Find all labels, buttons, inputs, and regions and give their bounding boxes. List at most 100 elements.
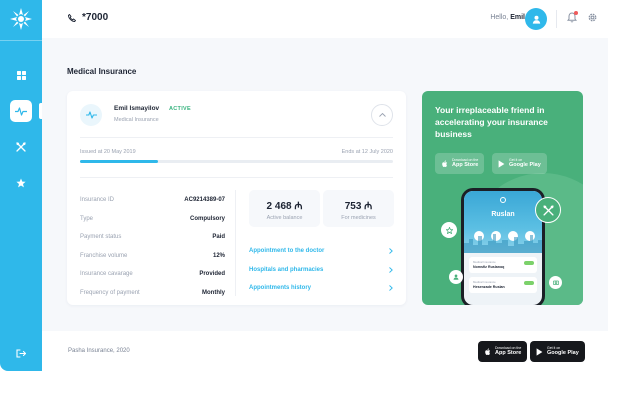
phone-user-name: Ruslan [491,211,515,218]
detail-label: Payment status [80,234,122,241]
logout-button[interactable] [10,342,32,364]
user-badge [449,270,463,284]
avatar[interactable] [525,8,547,30]
phone-policy-card: Medical Insurance Hesenzade Ruslan [469,277,537,293]
phone-label: *7000 [82,12,109,23]
tools-icon [542,204,554,216]
phone-number[interactable]: *7000 [68,12,108,23]
detail-value: Compulsory [189,215,225,222]
detail-value: Provided [199,271,225,278]
collapse-button[interactable] [371,104,393,126]
link-appointment[interactable]: Appointment to the doctor [249,242,393,261]
apple-icon [442,159,448,167]
active-balance-tile: 2 468 ₼ Active balance [249,190,320,227]
detail-label: Frequency of payment [80,289,140,296]
sidebar-divider [0,40,42,41]
star-badge [441,222,457,238]
chevron-right-icon [389,285,393,292]
sidebar-item-medical[interactable] [10,100,42,122]
phone-card-name: Nomsfiz Ruslanoq [473,265,505,269]
sidebar-item-dashboard[interactable] [10,64,32,86]
page-title: Medical Insurance [67,67,137,76]
city-skyline [464,234,542,253]
logo-icon[interactable] [9,7,33,31]
gear-icon[interactable] [587,12,598,23]
sidebar-item-favorites[interactable] [10,172,32,194]
sidebar-item-services[interactable] [10,136,32,158]
detail-row: Insurance cavarage Provided [80,265,225,284]
user-icon [453,274,459,280]
detail-row: Insurance ID AC9214389-07 [80,191,225,210]
link-hospitals[interactable]: Hospitals and pharmacies [249,261,393,280]
grid-icon [16,70,26,80]
footer-google-play-button[interactable]: Get it on Google Play [530,341,585,362]
tools-icon [16,142,26,152]
user-icon [532,15,540,24]
phone-avatar [500,197,506,203]
end-date: Ends at 12 July 2020 [341,149,393,155]
detail-value: Monthly [202,289,225,296]
top-bar: *7000 Hello, Emil [42,0,608,38]
star-icon [445,226,453,234]
sidebar [0,0,42,371]
status-badge: ACTIVE [169,106,191,112]
policy-details: Insurance ID AC9214389-07 Type Compulsory … [80,191,225,302]
link-history[interactable]: Appointments history [249,279,393,298]
pulse-icon [15,106,27,116]
copyright: Pasha Insurance, 2020 [68,348,130,354]
detail-value: AC9214389-07 [184,197,225,204]
user-name: Emil [510,14,525,21]
app-store-label: App Store [452,162,479,168]
link-label: Hospitals and pharmacies [249,266,324,273]
detail-value: 12% [212,252,225,259]
medicines-label: For medicines [341,215,376,221]
issued-date: Issued at 20 May 2019 [80,149,136,155]
detail-row: Payment status Paid [80,228,225,247]
app-store-button[interactable]: Download on the App Store [435,153,485,174]
medicines-tile: 753 ₼ For medicines [323,190,394,227]
google-play-button[interactable]: Get it on Google Play [492,153,547,174]
policy-icon [80,104,102,126]
detail-label: Franchise volume [80,252,128,259]
google-play-label: Google Play [547,350,579,356]
detail-label: Insurance cavarage [80,271,133,278]
promo-banner: Your irreplaceable friend in acceleratin… [422,91,583,305]
app-frame: *7000 Hello, Emil Medical Insurance Emil… [0,0,608,371]
divider [80,137,393,138]
phone-policy-card: Medical Insurance Nomsfiz Ruslanoq [469,257,537,273]
google-play-label: Google Play [509,162,541,168]
policy-card: Emil Ismayilov ACTIVE Medical Insurance … [67,91,406,305]
detail-label: Type [80,215,94,222]
camera-badge [549,276,562,289]
camera-icon [552,280,559,285]
detail-row: Franchise volume 12% [80,247,225,266]
phone-card-tag [524,261,534,265]
link-label: Appointments history [249,285,312,292]
phone-card-title: Medical Insurance [473,260,496,264]
policy-progress [80,160,393,163]
policy-holder: Emil Ismayilov [114,105,160,112]
app-store-label: App Store [495,350,522,356]
active-balance-value: 2 468 ₼ [266,201,303,212]
phone-header: Ruslan [464,191,542,253]
medicines-value: 753 ₼ [344,201,373,212]
greeting-text: Hello, [490,14,509,21]
play-icon [498,159,505,168]
detail-row: Type Compulsory [80,210,225,229]
phone-card-name: Hesenzade Ruslan [473,285,505,289]
policy-product: Medical Insurance [114,117,159,123]
footer: Pasha Insurance, 2020 Download on the App… [42,331,608,371]
play-icon [536,347,543,356]
quick-links: Appointment to the doctor Hospitals and … [249,242,393,298]
column-divider [235,190,236,296]
logout-icon [16,348,26,358]
tools-badge [535,197,561,223]
chevron-right-icon [389,248,393,255]
active-balance-label: Active balance [266,215,303,221]
footer-app-store-button[interactable]: Download on the App Store [478,341,528,362]
chevron-right-icon [389,266,393,273]
detail-value: Paid [212,234,225,241]
detail-row: Frequency of payment Monthly [80,284,225,303]
notification-dot [574,11,578,15]
link-label: Appointment to the doctor [249,248,325,255]
